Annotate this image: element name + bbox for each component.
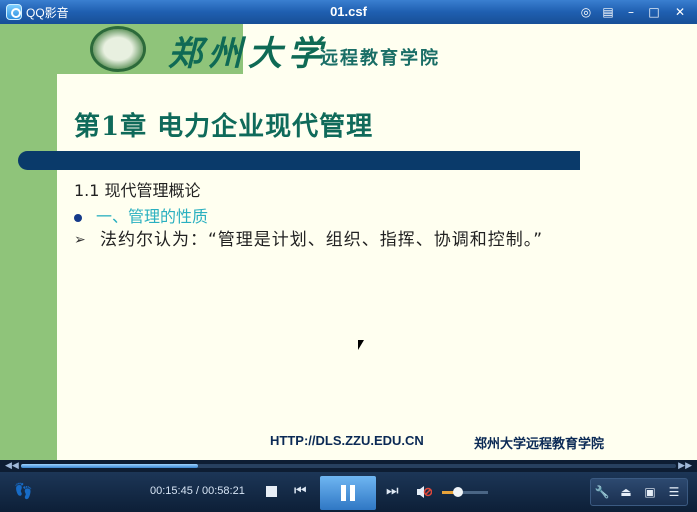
wrench-icon[interactable]: 🔧 (594, 484, 610, 500)
stop-button[interactable] (266, 486, 277, 497)
time-display: 00:15:45 / 00:58:21 (150, 485, 245, 497)
seek-bar[interactable]: ◀◀ ▶▶ (0, 460, 697, 472)
minimize-button[interactable]: – (623, 4, 639, 20)
playlist-icon[interactable]: ▤ (600, 4, 616, 20)
bullet-item-2: ➢ 法约尔认为：“管理是计划、组织、指挥、协调和控制。” (74, 229, 644, 251)
screenshot-icon[interactable]: ▣ (642, 484, 658, 500)
chat-icon[interactable]: ◎ (578, 4, 594, 20)
university-seal-icon (90, 26, 146, 72)
volume-slider[interactable] (442, 487, 488, 497)
bullet-2-text: 法约尔认为：“管理是计划、组织、指挥、协调和控制。” (100, 230, 544, 250)
seek-progress (21, 464, 198, 468)
footprint-icon[interactable]: 👣 (14, 482, 33, 500)
title-divider-bar (18, 151, 580, 170)
eject-icon[interactable]: ⏏ (618, 484, 634, 500)
arrow-bullet-icon: ➢ (74, 232, 86, 248)
bullet-dot-icon (74, 213, 82, 222)
title-bar: QQ影音 01.csf ◎ ▤ – □ ✕ (0, 0, 697, 24)
footer-url: HTTP://DLS.ZZU.EDU.CN (270, 433, 424, 448)
video-area[interactable]: 郑州大学 远程教育学院 第1章 电力企业现代管理 1.1 现代管理概论 一、管理… (0, 24, 697, 460)
volume-knob[interactable] (453, 487, 463, 497)
previous-button[interactable]: ⏮ (294, 483, 307, 499)
bullet-item-1: 一、管理的性质 (74, 203, 208, 227)
control-bar: 👣 00:15:45 / 00:58:21 ⏮ ⏭ 🔧 ⏏ ▣ ☰ (0, 472, 697, 512)
footer-college: 郑州大学远程教育学院 (474, 437, 605, 452)
section-heading: 1.1 现代管理概论 (74, 181, 201, 200)
seek-track[interactable] (21, 464, 676, 468)
fast-forward-icon[interactable]: ▶▶ (678, 461, 692, 471)
mouse-cursor-icon (358, 340, 364, 350)
college-name: 远程教育学院 (320, 48, 440, 69)
pause-button[interactable] (320, 476, 376, 510)
bullet-1-text: 一、管理的性质 (96, 207, 209, 226)
menu-list-icon[interactable]: ☰ (666, 484, 682, 500)
next-button[interactable]: ⏭ (386, 483, 399, 499)
close-button[interactable]: ✕ (672, 4, 688, 20)
rewind-icon[interactable]: ◀◀ (5, 461, 19, 471)
tool-panel: 🔧 ⏏ ▣ ☰ (590, 478, 688, 506)
maximize-button[interactable]: □ (646, 4, 662, 20)
university-name: 郑州大学 (168, 34, 328, 74)
chapter-title: 第1章 电力企业现代管理 (74, 112, 374, 142)
mute-icon[interactable] (416, 485, 432, 499)
